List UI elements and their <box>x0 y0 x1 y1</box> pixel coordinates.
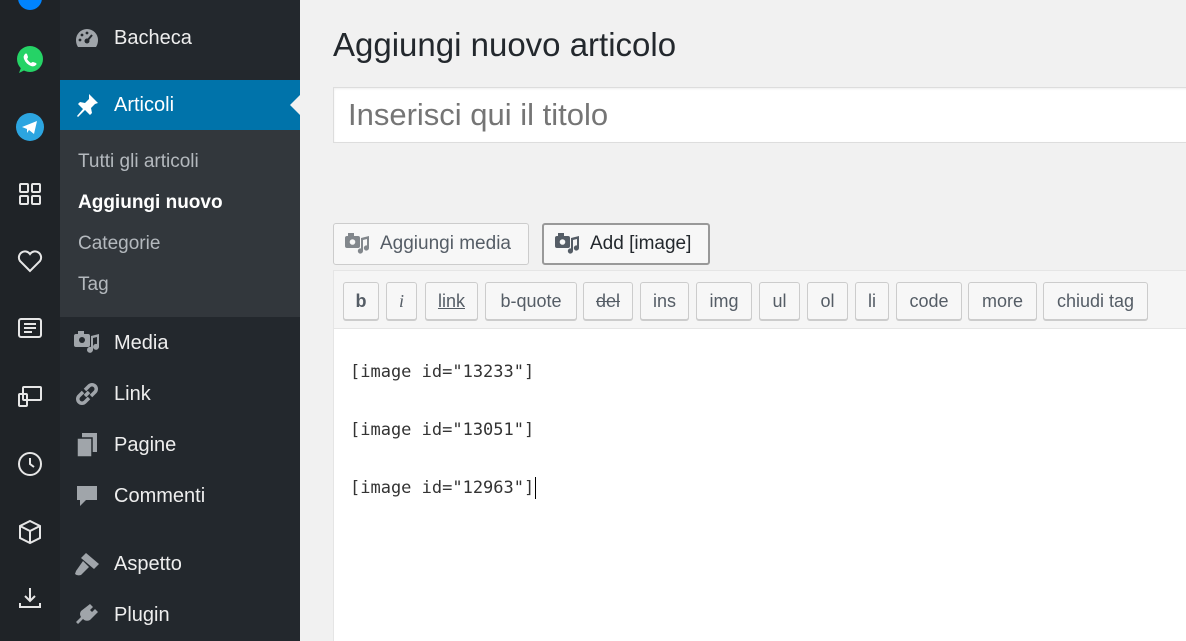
text-editor: b i link b-quote del ins img ul ol li co… <box>333 270 1186 641</box>
menu-item-commenti[interactable]: Commenti <box>60 474 300 518</box>
text-caret <box>535 477 537 499</box>
qt-li-button[interactable]: li <box>855 282 889 320</box>
menu-item-articoli[interactable]: Articoli <box>60 80 300 130</box>
menu-item-link[interactable]: Link <box>60 372 300 416</box>
menu-label: Commenti <box>114 484 206 507</box>
plugin-icon <box>60 593 114 637</box>
media-icon <box>345 233 370 254</box>
news-icon[interactable] <box>0 306 60 350</box>
devices-icon[interactable] <box>0 374 60 418</box>
box-icon[interactable] <box>0 510 60 554</box>
media-icon <box>555 233 580 254</box>
menu-label: Pagine <box>114 433 177 456</box>
content-textarea[interactable]: [image id="13233"] [image id="13051"] [i… <box>350 343 537 517</box>
qt-ol-button[interactable]: ol <box>807 282 848 320</box>
whatsapp-icon[interactable] <box>0 38 60 82</box>
comment-icon <box>60 474 114 518</box>
main-content: Aggiungi nuovo articolo Aggiungi media A… <box>300 0 1186 641</box>
admin-menu: Bacheca Articoli Tutti gli articoli Aggi… <box>60 0 300 641</box>
add-image-button[interactable]: Add [image] <box>542 223 710 265</box>
qt-close-tags-button[interactable]: chiudi tag <box>1043 282 1148 320</box>
telegram-icon[interactable] <box>0 105 60 149</box>
media-icon <box>60 321 114 365</box>
qt-ins-button[interactable]: ins <box>640 282 689 320</box>
qt-bquote-button[interactable]: b-quote <box>485 282 577 320</box>
menu-label: Media <box>114 331 169 354</box>
qt-ul-button[interactable]: ul <box>759 282 800 320</box>
pages-icon <box>60 423 114 467</box>
quicktags-toolbar: b i link b-quote del ins img ul ol li co… <box>334 271 1186 329</box>
content-line: [image id="13051"] <box>350 420 535 440</box>
menu-label: Bacheca <box>114 26 192 49</box>
content-line-last: [image id="12963"] <box>350 459 537 517</box>
menu-label: Aspetto <box>114 552 182 575</box>
dashboard-icon <box>60 16 114 60</box>
page-title: Aggiungi nuovo articolo <box>333 26 677 63</box>
browser-sidebar <box>0 0 60 641</box>
content-line-text: [image id="12963"] <box>350 478 535 498</box>
menu-item-aspetto[interactable]: Aspetto <box>60 542 300 586</box>
qt-del-button[interactable]: del <box>583 282 633 320</box>
submenu-item-tutti-gli-articoli[interactable]: Tutti gli articoli <box>78 151 199 173</box>
content-line: [image id="13233"] <box>350 362 535 382</box>
add-media-button[interactable]: Aggiungi media <box>333 223 529 265</box>
post-title-input[interactable] <box>333 87 1186 143</box>
messenger-icon[interactable] <box>0 0 60 20</box>
menu-label: Plugin <box>114 603 170 626</box>
menu-item-media[interactable]: Media <box>60 321 300 365</box>
submenu-articoli: Tutti gli articoli Aggiungi nuovo Catego… <box>60 130 300 317</box>
qt-code-button[interactable]: code <box>896 282 962 320</box>
menu-label: Link <box>114 382 151 405</box>
clock-icon[interactable] <box>0 442 60 486</box>
qt-bold-button[interactable]: b <box>343 282 379 320</box>
brush-icon <box>60 542 114 586</box>
add-image-label: Add [image] <box>590 233 692 254</box>
pin-icon <box>60 83 114 127</box>
qt-link-button[interactable]: link <box>425 282 478 320</box>
qt-img-button[interactable]: img <box>696 282 752 320</box>
menu-item-bacheca[interactable]: Bacheca <box>60 16 300 60</box>
add-media-label: Aggiungi media <box>380 233 511 254</box>
link-icon <box>60 372 114 416</box>
qt-italic-button[interactable]: i <box>386 282 417 320</box>
menu-item-pagine[interactable]: Pagine <box>60 423 300 467</box>
submenu-item-aggiungi-nuovo[interactable]: Aggiungi nuovo <box>78 192 223 214</box>
submenu-item-tag[interactable]: Tag <box>78 274 109 296</box>
heart-icon[interactable] <box>0 239 60 283</box>
menu-item-plugin[interactable]: Plugin <box>60 593 300 637</box>
apps-grid-icon[interactable] <box>0 172 60 216</box>
submenu-item-categorie[interactable]: Categorie <box>78 233 160 255</box>
download-icon[interactable] <box>0 576 60 620</box>
qt-more-button[interactable]: more <box>968 282 1037 320</box>
menu-label: Articoli <box>114 93 175 116</box>
